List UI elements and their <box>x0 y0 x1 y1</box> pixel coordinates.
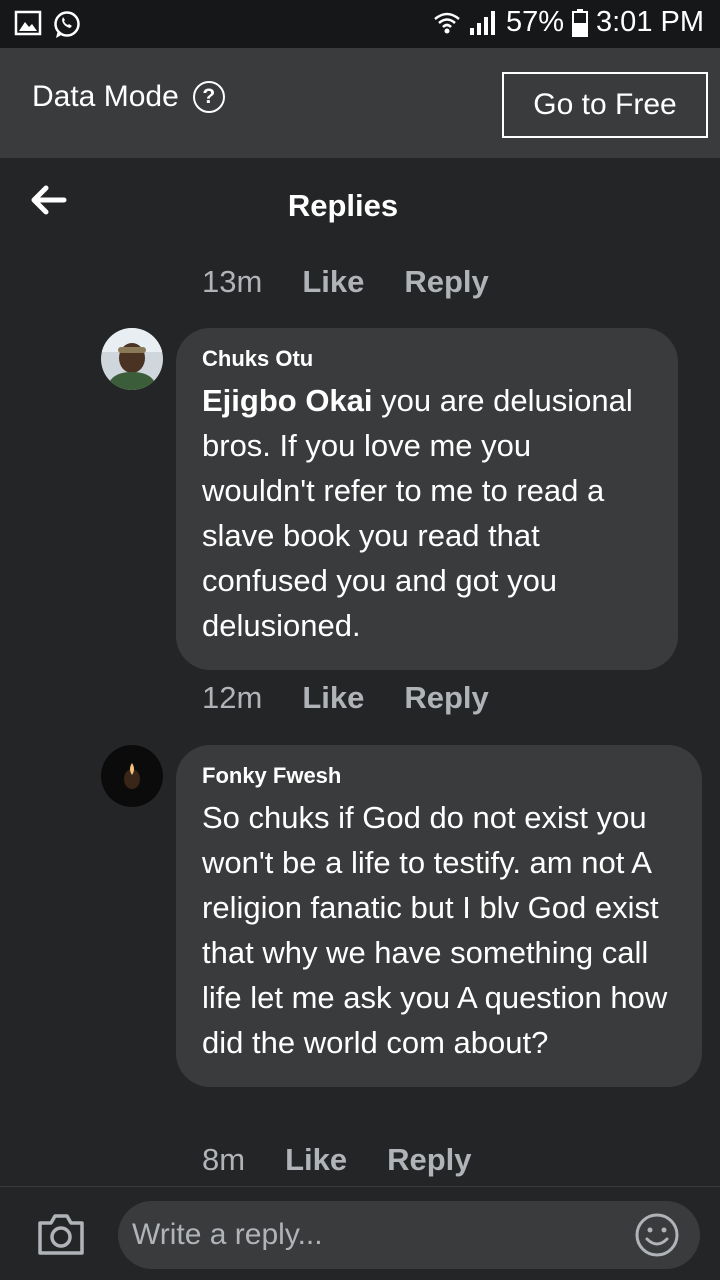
battery-percent: 57% <box>505 6 564 38</box>
comment-bubble: Fonky Fwesh So chuks if God do not exist… <box>176 745 702 1087</box>
reply-button[interactable]: Reply <box>387 1142 471 1178</box>
comment-time: 13m <box>202 264 263 299</box>
data-mode-label: Data Mode <box>32 80 179 113</box>
like-button[interactable]: Like <box>302 680 364 716</box>
go-to-free-button[interactable]: Go to Free <box>502 72 708 138</box>
reply-input[interactable]: Write a reply... <box>118 1201 700 1269</box>
comment-time: 8m <box>202 1142 246 1177</box>
reply-button[interactable]: Reply <box>404 680 488 716</box>
like-button[interactable]: Like <box>285 1142 347 1178</box>
clock: 3:01 PM <box>596 6 704 38</box>
data-mode-label-group: Data Mode ? <box>32 80 225 114</box>
comment-time: 12m <box>202 680 263 715</box>
reply-button[interactable]: Reply <box>404 264 488 300</box>
gallery-icon <box>14 10 42 36</box>
comment-body: So chuks if God do not exist you won't b… <box>202 800 668 1060</box>
page-title: Replies <box>287 188 399 223</box>
comment-meta: 13m Like Reply <box>202 264 529 300</box>
camera-icon[interactable] <box>36 1211 86 1257</box>
emoji-icon[interactable] <box>634 1212 680 1258</box>
comment-author[interactable]: Chuks Otu <box>202 346 652 372</box>
reply-placeholder: Write a reply... <box>132 1218 323 1251</box>
mention-link[interactable]: Ejigbo Okai <box>202 383 373 418</box>
comment-body: you are delusional bros. If you love me … <box>202 383 633 643</box>
comment-text: Ejigbo Okai you are delusional bros. If … <box>202 378 652 648</box>
comment-meta: 8m Like Reply <box>202 1142 512 1178</box>
signal-icon <box>469 10 495 35</box>
replies-header: Replies <box>0 158 720 254</box>
comment-bubble: Chuks Otu Ejigbo Okai you are delusional… <box>176 328 678 670</box>
like-button[interactable]: Like <box>302 264 364 300</box>
avatar[interactable] <box>101 328 163 390</box>
wifi-icon <box>434 12 460 33</box>
comment-author[interactable]: Fonky Fwesh <box>202 763 676 789</box>
battery-icon <box>572 8 588 37</box>
data-mode-bar: Data Mode ? Go to Free <box>0 48 720 158</box>
comment-meta: 12m Like Reply <box>202 680 529 716</box>
reply-composer: Write a reply... <box>0 1186 720 1280</box>
avatar[interactable] <box>101 745 163 807</box>
status-bar: 57% 3:01 PM <box>0 0 720 48</box>
whatsapp-icon <box>54 11 80 38</box>
help-icon[interactable]: ? <box>192 81 225 113</box>
